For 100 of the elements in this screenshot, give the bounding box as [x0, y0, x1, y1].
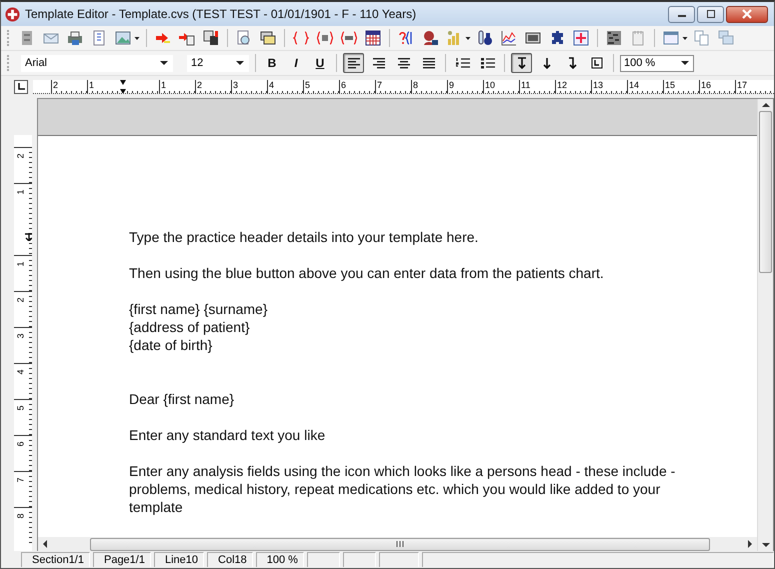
status-panel: Col18	[207, 552, 253, 567]
document-text: Enter any standard text you like	[129, 426, 326, 444]
braces-icon[interactable]	[293, 30, 309, 46]
ruler-number: 8	[413, 80, 418, 90]
scroll-thumb[interactable]	[759, 111, 772, 273]
scroll-down-icon[interactable]	[762, 543, 770, 547]
caret-icon	[236, 61, 244, 65]
status-panel: 100 %	[256, 552, 304, 567]
alignment-icon	[372, 57, 384, 69]
question-braces-icon[interactable]	[398, 30, 414, 46]
status-panel: Page1/1	[92, 552, 151, 567]
alignment-icon	[422, 57, 434, 69]
arrow-document-icon[interactable]	[179, 30, 195, 46]
indent-marker-icon[interactable]	[120, 80, 126, 93]
close-icon	[741, 9, 753, 19]
ruler-number: 5	[305, 80, 310, 90]
braces-icon[interactable]	[317, 30, 333, 46]
scroll-thumb[interactable]	[90, 538, 710, 550]
indent-marker-icon[interactable]	[25, 233, 32, 241]
app-cross-icon	[5, 6, 20, 22]
document-text: Dear {first name}	[129, 390, 236, 408]
ruler-number: 13	[593, 80, 604, 90]
bullet-list-icon	[480, 57, 494, 69]
monitor-icon[interactable]	[525, 30, 541, 46]
magnifier-icon[interactable]	[236, 30, 252, 46]
ruler-number: 3	[16, 334, 26, 338]
caret-icon	[681, 61, 689, 65]
ruler-number: 1	[16, 190, 26, 194]
printer-icon[interactable]	[67, 30, 83, 46]
ruler-number: 4	[269, 80, 274, 90]
ruler-number: 3	[233, 80, 238, 90]
scroll-right-icon[interactable]	[748, 540, 752, 548]
close-button[interactable]	[726, 6, 768, 22]
ruler-number: 11	[521, 80, 530, 90]
image-icon[interactable]	[115, 30, 131, 46]
underline-button[interactable]: U	[310, 53, 330, 73]
grip-icon	[396, 541, 404, 547]
ruler-number: 7	[16, 478, 26, 482]
document-text: {address of patient}	[129, 318, 251, 336]
pattern-icon[interactable]	[606, 30, 622, 46]
ruler-number: 2	[16, 298, 26, 302]
ruler-number: 9	[449, 80, 454, 90]
tab-stop-button[interactable]	[14, 80, 28, 94]
document-text: {date of birth}	[129, 336, 214, 354]
braces-icon[interactable]	[341, 30, 357, 46]
ruler-number: 2	[53, 80, 58, 90]
arrow-down-icon	[540, 57, 552, 69]
italic-button[interactable]: I	[286, 53, 306, 73]
cabinet-icon[interactable]	[19, 30, 35, 46]
bold-button[interactable]: B	[262, 53, 282, 73]
minimize-button[interactable]	[668, 6, 695, 22]
arrow-down-icon	[516, 57, 528, 69]
scroll-left-icon[interactable]	[43, 540, 47, 548]
graph-icon[interactable]	[501, 30, 517, 46]
zoom-dropdown[interactable]: 100 %	[620, 54, 694, 72]
alignment-icon	[348, 57, 360, 69]
ruler-number: 16	[701, 80, 712, 90]
align-left-button[interactable]	[343, 53, 364, 73]
arrow-icon[interactable]	[155, 30, 171, 46]
ruler-number: 6	[16, 442, 26, 446]
box-corner-icon	[590, 57, 602, 69]
save-icon[interactable]	[203, 30, 219, 46]
ruler-number: 14	[629, 80, 640, 90]
scroll-up-icon[interactable]	[762, 103, 770, 107]
ruler-number: 8	[16, 514, 26, 518]
font-size-dropdown[interactable]: 12	[187, 54, 249, 72]
maximize-icon	[704, 10, 716, 18]
flask-icon[interactable]	[477, 30, 493, 46]
status-panel: Line10	[154, 552, 204, 567]
status-panel: Section1/1	[21, 552, 90, 567]
document-text: Then using the blue button above you can enter data from the patients chart.	[129, 264, 605, 282]
window-title: Template Editor - Template.cvs (TEST TEST - 01/01/1901 - F - 110 Years)	[25, 7, 418, 21]
ruler-number: 10	[485, 80, 496, 90]
status-panel	[378, 552, 419, 567]
ruler-number: 4	[16, 370, 26, 374]
ruler-number: 6	[341, 80, 346, 90]
ruler-number: 1	[89, 80, 94, 90]
numbered-list-icon	[456, 57, 470, 69]
ruler-number: 15	[665, 80, 676, 90]
ruler-number: 1	[161, 80, 166, 90]
document-text: {first name} {surname}	[129, 300, 269, 318]
alignment-icon	[398, 57, 410, 69]
ruler-number: 7	[377, 80, 382, 90]
font-dropdown[interactable]: Arial	[21, 54, 173, 72]
person-icon[interactable]	[422, 30, 438, 46]
maximize-button[interactable]	[697, 6, 724, 22]
puzzle-icon[interactable]	[549, 30, 565, 46]
card-icon[interactable]	[260, 30, 276, 46]
document-text: Type the practice header details into your template here.	[129, 228, 480, 246]
document-icon[interactable]	[91, 30, 107, 46]
break-up-button[interactable]	[511, 53, 532, 73]
caret-icon	[160, 61, 168, 65]
medical-cross-icon[interactable]	[573, 30, 589, 46]
ruler-number: 2	[16, 154, 26, 158]
ruler-number: 1	[16, 262, 26, 266]
status-panel	[306, 552, 340, 567]
calendar-icon[interactable]	[365, 30, 381, 46]
ruler-number: 17	[737, 80, 748, 90]
ruler-number: 12	[557, 80, 568, 90]
vertical-scrollbar[interactable]	[757, 99, 773, 551]
